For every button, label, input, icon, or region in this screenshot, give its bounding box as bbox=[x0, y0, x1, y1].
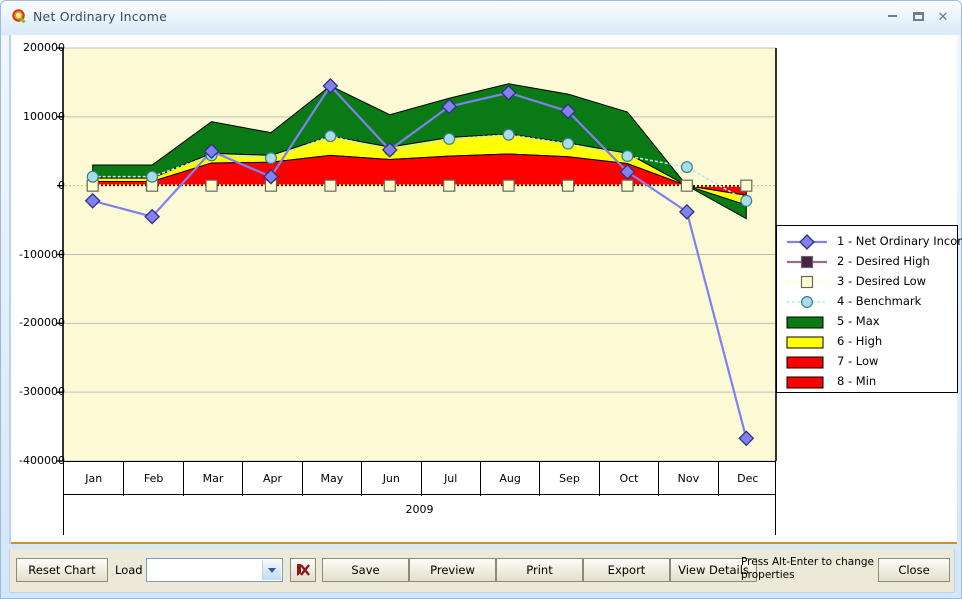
window-title: Net Ordinary Income bbox=[33, 9, 167, 24]
legend-item-label: 5 - Max bbox=[837, 314, 880, 328]
x-axis-month-cell: Sep bbox=[539, 462, 598, 496]
legend-item[interactable]: 4 - Benchmark bbox=[783, 292, 957, 312]
load-combobox[interactable] bbox=[146, 558, 283, 582]
export-button[interactable]: Export bbox=[583, 558, 670, 582]
reset-chart-button[interactable]: Reset Chart bbox=[16, 558, 108, 582]
legend-symbol-line-square-icon bbox=[783, 272, 831, 292]
close-button[interactable]: Close bbox=[878, 558, 950, 582]
legend-item[interactable]: 3 - Desired Low bbox=[783, 272, 957, 292]
legend-item[interactable]: 1 - Net Ordinary Income $ bbox=[783, 232, 957, 252]
chart-surface: 2000001000000-100000-200000-300000-40000… bbox=[11, 35, 957, 544]
legend-item[interactable]: 7 - Low bbox=[783, 352, 957, 372]
print-button[interactable]: Print bbox=[496, 558, 583, 582]
delete-chart-button[interactable] bbox=[290, 558, 316, 582]
legend-symbol-swatch-icon bbox=[783, 352, 831, 372]
legend-item-label: 3 - Desired Low bbox=[837, 274, 926, 288]
y-axis-tick-label: -400000 bbox=[3, 454, 65, 467]
x-axis-month-strip: JanFebMarAprMayJunJulAugSepOctNovDec bbox=[63, 461, 776, 495]
legend-symbol-swatch-icon bbox=[783, 332, 831, 352]
y-axis-labels: 200000 100000 0 -100000 -200000 -300000 -40000… bbox=[3, 35, 65, 544]
legend-symbol-line-square-icon bbox=[783, 252, 831, 272]
x-axis-month-cell: Nov bbox=[658, 462, 717, 496]
legend-item[interactable]: 2 - Desired High bbox=[783, 252, 957, 272]
y-axis-tick-label: 0 bbox=[3, 179, 65, 192]
legend-item-label: 1 - Net Ordinary Income $ bbox=[837, 234, 962, 248]
x-axis-month-cell: Feb bbox=[123, 462, 182, 496]
x-axis-month-cell: Jan bbox=[64, 462, 123, 496]
y-axis-tick-label: -100000 bbox=[3, 248, 65, 261]
load-label: Load bbox=[115, 563, 143, 577]
legend-symbol-line-circle-icon bbox=[783, 292, 831, 312]
x-axis-month-cell: Jun bbox=[361, 462, 420, 496]
application-window: Net Ordinary Income ✕ bbox=[0, 0, 962, 599]
x-axis-month-cell: May bbox=[302, 462, 361, 496]
legend-item[interactable]: 6 - High bbox=[783, 332, 957, 352]
legend-item[interactable]: 8 - Min bbox=[783, 372, 957, 392]
close-window-button[interactable]: ✕ bbox=[932, 9, 954, 27]
properties-hint-text: Press Alt-Enter to change properties bbox=[741, 556, 879, 582]
bottom-toolbar: Reset Chart Load Save Preview Print Expo… bbox=[9, 549, 955, 593]
legend-item-label: 8 - Min bbox=[837, 374, 876, 388]
preview-button[interactable]: Preview bbox=[409, 558, 496, 582]
maximize-button[interactable] bbox=[907, 9, 929, 27]
x-axis-month-cell: Mar bbox=[183, 462, 242, 496]
title-bar: Net Ordinary Income ✕ bbox=[1, 1, 961, 35]
legend-symbol-swatch-icon bbox=[783, 312, 831, 332]
legend-symbol-swatch-icon bbox=[783, 372, 831, 392]
x-axis-month-cell: Dec bbox=[718, 462, 777, 496]
legend-item[interactable]: 5 - Max bbox=[783, 312, 957, 332]
x-axis-month-cell: Aug bbox=[480, 462, 539, 496]
y-axis-tick-label: 200000 bbox=[3, 41, 65, 54]
y-axis-tick-label: -300000 bbox=[3, 385, 65, 398]
x-axis-month-cell: Apr bbox=[242, 462, 301, 496]
legend-symbol-line-diamond-icon bbox=[783, 232, 831, 252]
legend-item-label: 6 - High bbox=[837, 334, 882, 348]
y-axis-tick-label: 100000 bbox=[3, 110, 65, 123]
save-button[interactable]: Save bbox=[322, 558, 409, 582]
y-axis-tick-label: -200000 bbox=[3, 316, 65, 329]
delete-x-icon bbox=[291, 559, 315, 581]
x-axis-month-cell: Oct bbox=[599, 462, 658, 496]
legend-item-label: 7 - Low bbox=[837, 354, 878, 368]
magnifier-icon bbox=[11, 9, 28, 26]
x-axis-month-cell: Jul bbox=[421, 462, 480, 496]
minimize-button[interactable] bbox=[881, 9, 903, 27]
x-axis-year-label: 2009 bbox=[63, 495, 776, 535]
chart-client-area: 2000001000000-100000-200000-300000-40000… bbox=[9, 35, 955, 544]
chevron-down-icon[interactable] bbox=[262, 560, 281, 580]
legend-item-label: 2 - Desired High bbox=[837, 254, 930, 268]
legend-item-label: 4 - Benchmark bbox=[837, 294, 921, 308]
chart-legend[interactable]: 1 - Net Ordinary Income $ 2 - Desired Hig… bbox=[776, 225, 958, 393]
